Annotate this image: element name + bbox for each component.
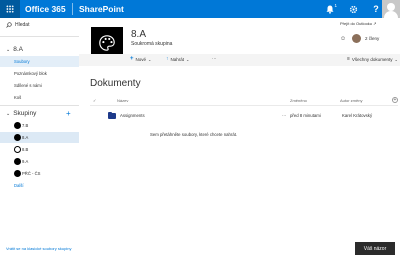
column-modified[interactable]: Změněno	[290, 98, 307, 103]
feedback-button[interactable]: Váš názor	[355, 242, 395, 255]
more-groups-link[interactable]: Další	[14, 183, 24, 188]
waffle-icon	[6, 5, 14, 13]
site-privacy: Soukromá skupina	[131, 41, 173, 47]
flag-icon	[14, 170, 21, 177]
suite-bar: Office 365 SharePoint 1 ?	[0, 0, 400, 18]
view-label: Všechny dokumenty	[351, 56, 393, 62]
help-icon: ?	[373, 4, 379, 14]
plus-icon: +	[130, 56, 134, 62]
chevron-down-icon: ⌄	[6, 46, 11, 53]
outlook-link[interactable]: Přejít do Outlooku ↗	[340, 21, 376, 26]
chevron-down-icon: ⌄	[186, 56, 190, 62]
site-name: 8.A	[131, 29, 147, 40]
user-icon: ☺	[340, 36, 347, 42]
site-nav-header[interactable]: ⌄ 8.A	[6, 46, 23, 53]
member-avatar[interactable]	[352, 34, 361, 43]
column-modified-by[interactable]: Autor změny	[340, 98, 362, 103]
group-item-prc-cs[interactable]: PŘČ - ČS	[0, 168, 79, 179]
row-menu[interactable]: ···	[282, 113, 286, 118]
app-launcher-button[interactable]	[0, 0, 20, 18]
follow-button[interactable]: ☺	[340, 36, 346, 42]
chevron-down-icon: ⌄	[148, 56, 152, 62]
bell-icon	[326, 5, 334, 14]
table-row[interactable]: Assignments ··· před 8 minutami Karel Kr…	[90, 110, 398, 122]
avatar-torso	[384, 11, 398, 18]
row-name[interactable]: Assignments	[120, 113, 145, 118]
view-selector[interactable]: ≡ Všechny dokumenty ⌄	[347, 56, 398, 62]
upload-icon: ↑	[166, 56, 169, 62]
notifications-button[interactable]: 1	[320, 0, 340, 18]
nav-item-recycle-bin[interactable]: Koš	[0, 92, 79, 103]
add-group-button[interactable]: +	[66, 109, 71, 118]
new-button[interactable]: + Nové ⌄	[130, 56, 151, 62]
nav-item-soubory[interactable]: Soubory	[0, 56, 79, 67]
sort-icon: ≡	[347, 56, 350, 62]
group-label: 9.A	[22, 159, 29, 164]
user-avatar[interactable]	[382, 0, 400, 18]
site-nav-title: 8.A	[13, 46, 23, 53]
palette-icon	[99, 35, 115, 51]
palette-icon	[14, 122, 21, 129]
column-name[interactable]: Název	[117, 98, 128, 103]
add-column-button[interactable]: +	[392, 97, 398, 103]
settings-button[interactable]	[343, 0, 363, 18]
group-item-7b[interactable]: 7.B	[0, 120, 79, 131]
nav-divider	[0, 105, 79, 106]
group-item-8b[interactable]: 8.B	[0, 144, 79, 155]
product-link[interactable]: SharePoint	[79, 4, 124, 14]
nav-item-shared[interactable]: Sdílené s námi	[0, 80, 79, 91]
row-modified: před 8 minutami	[290, 113, 321, 118]
chevron-down-icon: ⌄	[394, 56, 398, 62]
palette-icon	[14, 134, 21, 141]
classic-files-link[interactable]: Vrátit se na klasické soubory skupiny	[6, 246, 76, 251]
ring-icon	[14, 146, 21, 153]
group-label: 8.A	[22, 135, 29, 140]
new-label: Nové	[135, 56, 147, 62]
nav-item-notebook[interactable]: Poznámkový blok	[0, 68, 79, 79]
library-title: Dokumenty	[90, 78, 141, 89]
suite-divider	[72, 3, 73, 15]
notification-count: 1	[334, 3, 337, 8]
group-label: PŘČ - ČS	[22, 171, 41, 176]
groups-title: Skupiny	[13, 110, 37, 117]
groups-header[interactable]: ⌄ Skupiny	[6, 110, 36, 117]
group-item-8a[interactable]: 8.A	[0, 132, 79, 143]
gear-icon	[349, 5, 357, 13]
search-label: Hledat	[15, 22, 30, 28]
group-icon	[14, 158, 21, 165]
member-count[interactable]: 2 členy	[365, 36, 379, 41]
select-all-check[interactable]: ✓	[93, 98, 96, 103]
group-item-9a[interactable]: 9.A	[0, 156, 79, 167]
row-modified-by: Karel Krátovský	[342, 113, 373, 118]
chevron-down-icon: ⌄	[6, 110, 11, 117]
group-label: 7.B	[22, 123, 29, 128]
avatar-head	[387, 3, 395, 11]
upload-button[interactable]: ↑ Nahrát ⌄	[166, 56, 189, 62]
more-commands-button[interactable]: ···	[212, 56, 217, 61]
search-box[interactable]: Hledat	[6, 22, 29, 28]
nav-divider	[0, 36, 79, 37]
search-icon	[6, 22, 12, 28]
folder-icon	[108, 111, 116, 119]
command-bar: + Nové ⌄ ↑ Nahrát ⌄ ··· ≡ Všechny dokume…	[79, 54, 400, 66]
upload-label: Nahrát	[170, 56, 185, 62]
left-navigation: Hledat ⌄ 8.A Soubory Poznámkový blok Sdí…	[0, 18, 79, 262]
group-label: 8.B	[22, 147, 29, 152]
column-header-row: ✓ Název Změněno Autor změny +	[90, 96, 398, 106]
brand-link[interactable]: Office 365	[25, 4, 66, 14]
drop-zone-message: Sem přetáhněte soubory, které chcete nah…	[150, 132, 238, 137]
